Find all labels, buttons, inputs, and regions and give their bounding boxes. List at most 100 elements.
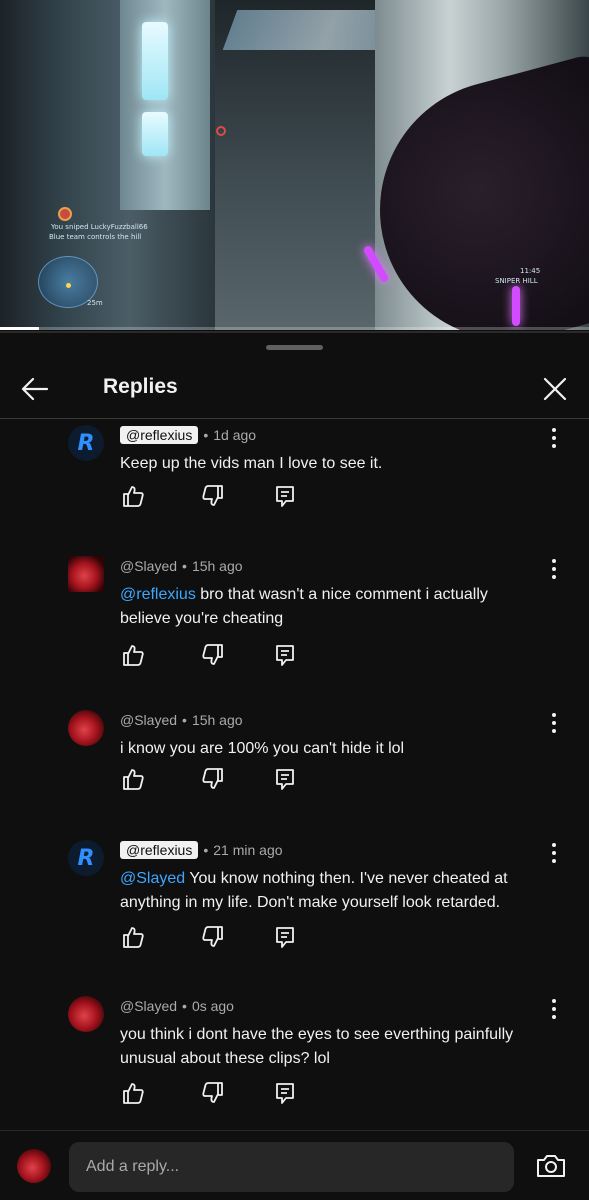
replies-panel: Replies R @reflexius • 1d ago Keep up the vi…	[0, 331, 589, 1200]
comment-meta: @reflexius • 1d ago	[120, 425, 256, 445]
video-progress-fill	[0, 327, 39, 330]
reply-button[interactable]	[272, 924, 298, 950]
like-button[interactable]	[120, 1080, 146, 1106]
avatar[interactable]: R	[68, 425, 104, 461]
close-icon	[543, 377, 567, 401]
comment-author[interactable]: @Slayed	[120, 558, 177, 574]
hud-kill-text: You sniped LuckyFuzzball66	[51, 223, 148, 231]
comment-author[interactable]: @Slayed	[120, 712, 177, 728]
dislike-button[interactable]	[200, 924, 226, 950]
video-scene-light	[142, 22, 168, 100]
reply-button[interactable]	[272, 483, 298, 509]
thumbs-down-icon	[202, 644, 223, 665]
like-button[interactable]	[120, 766, 146, 792]
dislike-button[interactable]	[200, 642, 226, 668]
comment-author[interactable]: @reflexius	[120, 841, 199, 859]
camera-button[interactable]	[535, 1151, 567, 1181]
video-scene-light	[142, 112, 168, 156]
thumbs-up-icon	[123, 927, 144, 948]
reply-input[interactable]	[69, 1142, 514, 1192]
reply-button[interactable]	[272, 766, 298, 792]
thumbs-up-icon	[123, 1083, 144, 1104]
reply-icon	[276, 645, 294, 666]
comment-actions	[120, 642, 320, 670]
more-options-button[interactable]	[545, 425, 563, 451]
separator-dot: •	[203, 427, 209, 443]
comment-meta: @reflexius • 21 min ago	[120, 840, 283, 860]
comment-text: @reflexius bro that wasn't a nice commen…	[120, 583, 530, 631]
dislike-button[interactable]	[200, 1080, 226, 1106]
comment-author[interactable]: @reflexius	[120, 426, 199, 444]
thumbs-up-icon	[123, 486, 144, 507]
like-button[interactable]	[120, 483, 146, 509]
comment-body: i know you are 100% you can't hide it lo…	[120, 740, 405, 757]
avatar[interactable]	[68, 996, 104, 1032]
more-options-button[interactable]	[545, 710, 563, 736]
comment-meta: @Slayed • 0s ago	[120, 996, 234, 1016]
more-vertical-icon	[552, 843, 556, 863]
hud-distance: 25m	[87, 299, 103, 307]
reply-icon	[276, 927, 294, 948]
separator-dot: •	[182, 998, 187, 1014]
reply-icon	[276, 486, 294, 507]
video-progress-bar[interactable]	[0, 327, 589, 330]
reply-button[interactable]	[272, 1080, 298, 1106]
like-button[interactable]	[120, 642, 146, 668]
comment-meta: @Slayed • 15h ago	[120, 710, 243, 730]
avatar[interactable]	[68, 710, 104, 746]
video-scene-weapon-glow	[512, 286, 520, 326]
avatar[interactable]: R	[68, 840, 104, 876]
comment-actions	[120, 924, 320, 952]
back-button[interactable]	[18, 371, 54, 407]
more-options-button[interactable]	[545, 556, 563, 582]
reply-bar	[0, 1130, 589, 1200]
radar-dot-icon	[66, 283, 71, 288]
avatar	[17, 1149, 51, 1183]
comment-meta: @Slayed • 15h ago	[120, 556, 243, 576]
replies-header: Replies	[0, 363, 589, 419]
drag-handle[interactable]	[266, 345, 323, 350]
video-player[interactable]: You sniped LuckyFuzzball66 Blue team con…	[0, 0, 589, 330]
hud-status-text: Blue team controls the hill	[49, 233, 142, 241]
comment-author[interactable]: @Slayed	[120, 998, 177, 1014]
comment-text: @Slayed You know nothing then. I've neve…	[120, 867, 530, 915]
more-vertical-icon	[552, 428, 556, 448]
comment-body: you think i dont have the eyes to see ev…	[120, 1026, 514, 1067]
thumbs-down-icon	[202, 1082, 223, 1103]
separator-dot: •	[182, 712, 187, 728]
comment-time: 0s ago	[191, 998, 234, 1014]
comment-mention[interactable]: @Slayed	[120, 870, 185, 887]
comment-time: 1d ago	[213, 427, 257, 443]
comment-time: 21 min ago	[213, 842, 283, 858]
crosshair-icon	[216, 126, 226, 136]
comment-time: 15h ago	[191, 558, 243, 574]
hud-mode: SNIPER HILL	[495, 277, 538, 285]
arrow-left-icon	[21, 377, 49, 401]
more-vertical-icon	[552, 713, 556, 733]
avatar[interactable]	[68, 556, 104, 592]
dislike-button[interactable]	[200, 766, 226, 792]
thumbs-up-icon	[123, 645, 144, 666]
comment-time: 15h ago	[191, 712, 243, 728]
camera-icon	[537, 1155, 565, 1177]
like-button[interactable]	[120, 924, 146, 950]
comment-actions	[120, 483, 320, 511]
separator-dot: •	[203, 842, 209, 858]
reply-button[interactable]	[272, 642, 298, 668]
more-options-button[interactable]	[545, 840, 563, 866]
comment-text: Keep up the vids man I love to see it.	[120, 452, 530, 476]
more-vertical-icon	[552, 999, 556, 1019]
reply-icon	[276, 1083, 294, 1104]
reply-icon	[276, 769, 294, 790]
avatar-letter: R	[77, 430, 95, 456]
more-options-button[interactable]	[545, 996, 563, 1022]
dislike-button[interactable]	[200, 483, 226, 509]
comment-actions	[120, 766, 320, 794]
comment-text: you think i dont have the eyes to see ev…	[120, 1023, 530, 1071]
close-button[interactable]	[537, 371, 573, 407]
more-vertical-icon	[552, 559, 556, 579]
thumbs-down-icon	[202, 926, 223, 947]
hud-timer: 11:45	[520, 267, 541, 275]
comment-mention[interactable]: @reflexius	[120, 586, 196, 603]
comment-text: i know you are 100% you can't hide it lo…	[120, 737, 530, 761]
